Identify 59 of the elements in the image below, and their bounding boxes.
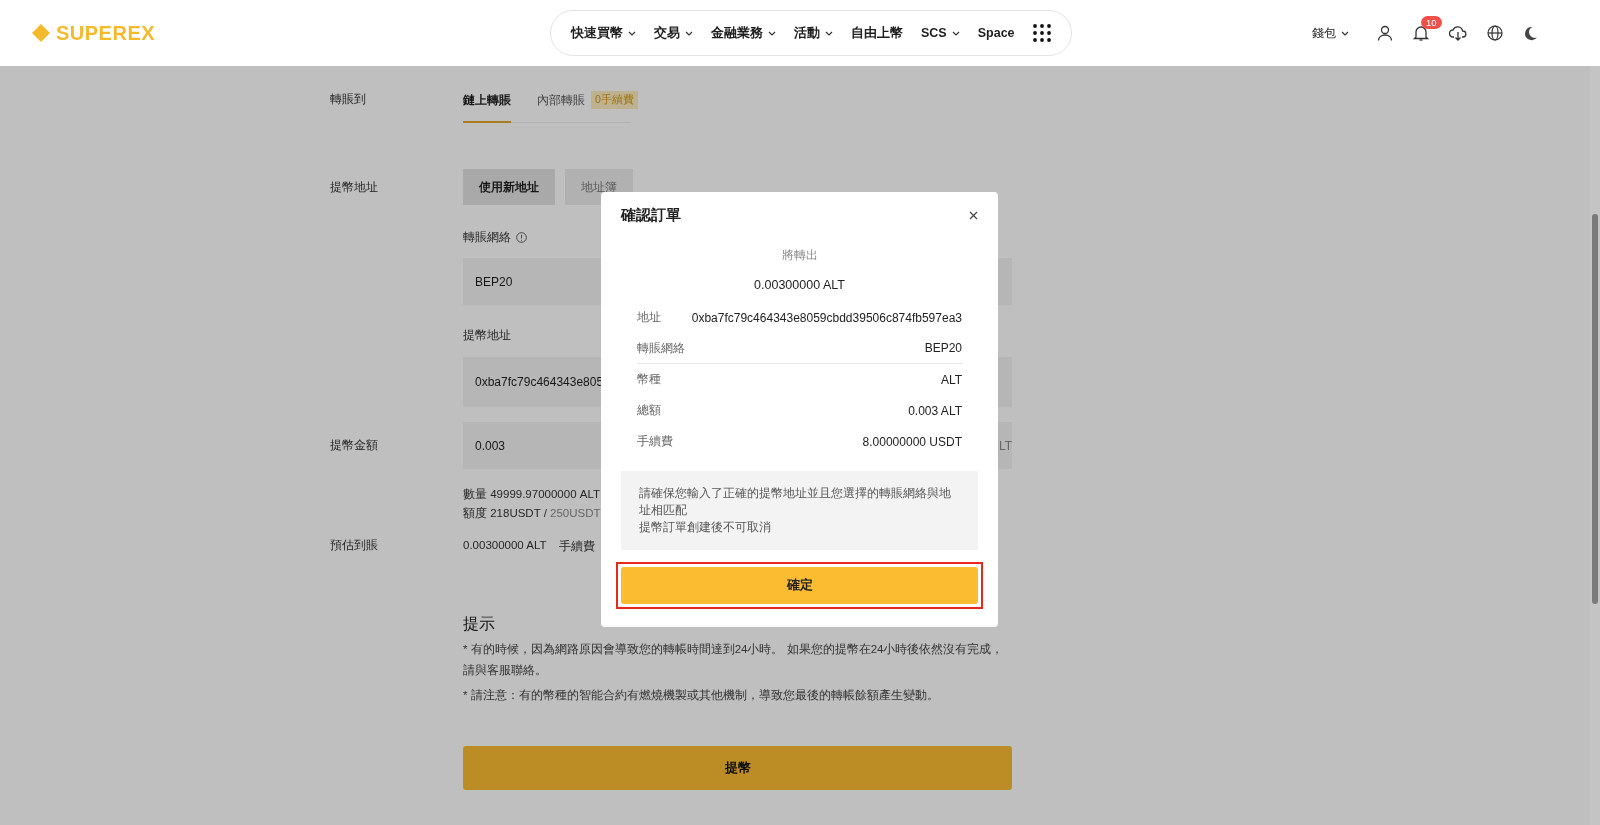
caret-icon	[628, 30, 636, 36]
withdraw-button[interactable]: 提幣	[463, 746, 1012, 790]
wallet-menu[interactable]: 錢包	[1312, 24, 1349, 42]
bell-icon[interactable]	[1413, 25, 1429, 41]
close-button[interactable]	[969, 211, 978, 220]
transfer-tab[interactable]: 內部轉賬 0手續費	[537, 91, 638, 123]
field-label: 轉賬到	[330, 91, 367, 108]
caret-icon	[951, 30, 960, 36]
confirm-button[interactable]: 確定	[621, 567, 978, 604]
nav-item[interactable]: 金融業務	[711, 24, 776, 42]
nav-item[interactable]: 快速買幣	[571, 24, 636, 42]
balance-text: 數量 49999.97000000 ALT	[463, 487, 600, 502]
estimate-value: 0.00300000 ALT	[463, 539, 547, 551]
detail-label: 總額	[637, 402, 661, 419]
user-icon[interactable]	[1377, 25, 1393, 41]
nav-item[interactable]: 交易	[654, 24, 693, 42]
detail-label: 地址	[637, 309, 661, 326]
detail-value: ALT	[940, 372, 962, 387]
dialog-title: 確認訂單	[621, 206, 681, 225]
field-label: 提幣地址	[463, 327, 511, 344]
field-label: 提幣地址	[330, 179, 379, 196]
caret-icon	[1341, 30, 1349, 36]
scrollbar[interactable]	[1590, 66, 1600, 825]
nav-item[interactable]: 自由上幣	[851, 24, 903, 42]
detail-label: 幣種	[637, 371, 661, 388]
quota-text: 額度 218USDT / 250USDT	[463, 506, 601, 521]
field-label: 提幣金額	[330, 437, 379, 454]
caret-icon	[685, 30, 693, 36]
detail-value: 0xba7fc79c464343e8059cbdd39506c874fb597ea3	[691, 310, 962, 325]
detail-value: 0.003 ALT	[908, 403, 962, 418]
close-icon	[969, 211, 978, 220]
notification-badge: 10	[1421, 16, 1442, 29]
fee-badge: 0手續費	[591, 91, 638, 109]
globe-icon[interactable]	[1487, 25, 1503, 41]
download-icon[interactable]	[1449, 25, 1467, 41]
field-label: 轉賬網絡	[463, 229, 511, 246]
warning-notice: 請確保您輸入了正確的提幣地址並且您選擇的轉賬網絡與地址相匹配 提幣訂單創建後不可取消	[621, 471, 978, 550]
tips-title: 提示	[463, 614, 496, 634]
detail-label: 轉賬網絡	[637, 339, 685, 357]
caret-icon	[825, 30, 833, 36]
address-option-button[interactable]: 使用新地址	[463, 169, 555, 205]
caret-icon	[768, 30, 776, 36]
fee-label: 手續費	[558, 539, 595, 554]
nav-item[interactable]: 活動	[794, 24, 833, 42]
grid-menu-icon[interactable]	[1032, 24, 1051, 42]
moon-icon[interactable]	[1523, 25, 1538, 41]
detail-value: 8.00000000 USDT	[862, 434, 962, 449]
tip-note: * 有的時候，因為網路原因會導致您的轉帳時間達到24小時。 如果您的提幣在24小時後依然沒有完成，請與客服聯絡。	[463, 642, 1005, 678]
tip-note: * 請注意：有的幣種的智能合約有燃燒機製或其他機制，導致您最後的轉帳餘額產生變動。	[463, 688, 940, 703]
transfer-tab[interactable]: 鏈上轉賬	[463, 92, 511, 123]
detail-value: BEP20	[924, 341, 962, 355]
nav-item[interactable]: SCS	[921, 26, 960, 40]
detail-label: 手續費	[637, 433, 673, 450]
transfer-amount: 0.00300000 ALT	[753, 278, 846, 292]
field-label: 預估到賬	[330, 537, 379, 554]
info-icon[interactable]	[516, 232, 527, 243]
dialog-subtitle: 將轉出	[780, 247, 819, 264]
nav-item[interactable]: Space	[977, 26, 1015, 40]
logo-icon	[32, 24, 50, 42]
